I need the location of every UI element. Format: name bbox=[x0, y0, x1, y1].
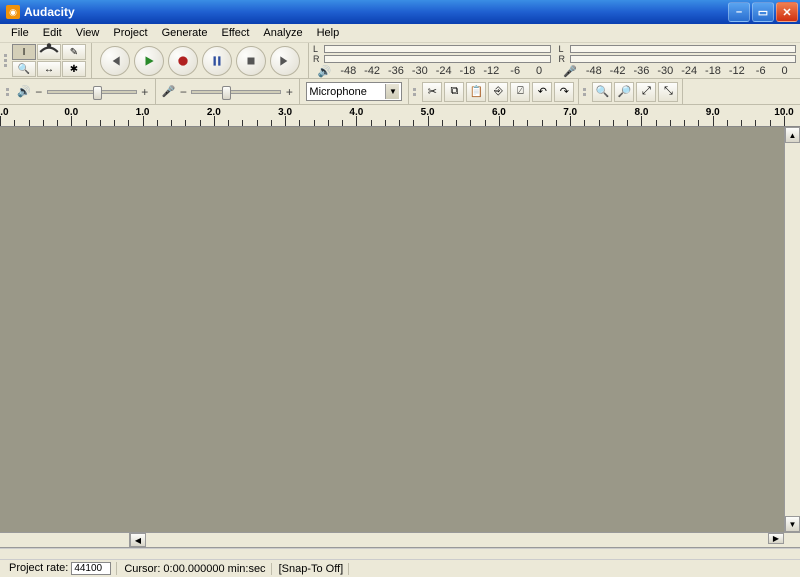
silence-button[interactable]: ⍁ bbox=[510, 82, 530, 102]
trim-button[interactable]: ⎆ bbox=[488, 82, 508, 102]
menu-effect[interactable]: Effect bbox=[214, 25, 256, 41]
input-meter-l[interactable] bbox=[570, 45, 797, 53]
menu-edit[interactable]: Edit bbox=[36, 25, 69, 41]
zoom-group: 🔍 🔎 ⤢ ⤡ bbox=[579, 79, 683, 104]
scroll-up-button[interactable]: ▲ bbox=[785, 127, 800, 143]
output-meter: L R 🔊 -48-42-36-30-24-18-12-60 bbox=[309, 43, 555, 78]
track-area: ▲ ▼ bbox=[0, 127, 800, 532]
speaker-icon: 🔊 bbox=[313, 64, 336, 78]
menu-help[interactable]: Help bbox=[310, 25, 347, 41]
timeshift-tool[interactable]: ↔ bbox=[37, 61, 61, 77]
menu-generate[interactable]: Generate bbox=[155, 25, 215, 41]
meter-r-label: R bbox=[313, 54, 321, 64]
input-meter: L R 🎤 -48-42-36-30-24-18-12-60 bbox=[555, 43, 800, 78]
paste-button[interactable]: 📋 bbox=[466, 82, 486, 102]
input-meter-scale: 🎤 -48-42-36-30-24-18-12-60 bbox=[559, 64, 797, 78]
grip[interactable] bbox=[4, 54, 8, 67]
horizontal-scrollbar[interactable]: ◀ ▶ bbox=[130, 533, 784, 547]
secondary-toolbar: 🔊 − + 🎤 − + Microphone ▼ ✂ ⧉ 📋 ⎆ ⍁ ↶ ↷ 🔍… bbox=[0, 79, 800, 105]
window-title: Audacity bbox=[24, 5, 728, 19]
window-controls: – ▭ ✕ bbox=[728, 2, 798, 22]
menu-file[interactable]: File bbox=[4, 25, 36, 41]
output-volume-slider[interactable] bbox=[47, 90, 137, 94]
redo-button[interactable]: ↷ bbox=[554, 82, 574, 102]
meter-l-label: L bbox=[313, 44, 321, 54]
statusbar: Project rate: Cursor: 0:00.000000 min:se… bbox=[0, 560, 800, 577]
selection-bar[interactable] bbox=[0, 548, 800, 560]
skip-start-button[interactable] bbox=[100, 46, 130, 76]
project-rate-input[interactable] bbox=[71, 562, 111, 575]
timeline-ruler[interactable]: -1.00.01.02.03.04.05.06.07.08.09.010.0 bbox=[0, 105, 800, 127]
scroll-down-button[interactable]: ▼ bbox=[785, 516, 800, 532]
track-canvas[interactable] bbox=[0, 127, 784, 532]
maximize-button[interactable]: ▭ bbox=[752, 2, 774, 22]
pause-button[interactable] bbox=[202, 46, 232, 76]
multi-tool[interactable]: ✱ bbox=[62, 61, 86, 77]
play-button[interactable] bbox=[134, 46, 164, 76]
transport-group bbox=[92, 43, 309, 78]
mic-icon: 🎤 bbox=[559, 64, 582, 78]
main-toolbar: I ✎ 🔍 ↔ ✱ L R 🔊 -48-42-36-30-24-18-12-60… bbox=[0, 43, 800, 79]
output-meter-r[interactable] bbox=[324, 55, 551, 63]
input-volume-slider[interactable] bbox=[191, 90, 281, 94]
undo-button[interactable]: ↶ bbox=[532, 82, 552, 102]
scroll-left-button[interactable]: ◀ bbox=[130, 533, 146, 547]
zoom-in-button[interactable]: 🔍 bbox=[592, 82, 612, 102]
input-volume-group: 🎤 − + bbox=[156, 79, 301, 104]
app-icon: ◉ bbox=[6, 5, 20, 19]
zoom-out-button[interactable]: 🔎 bbox=[614, 82, 634, 102]
record-button[interactable] bbox=[168, 46, 198, 76]
stop-button[interactable] bbox=[236, 46, 266, 76]
menu-project[interactable]: Project bbox=[106, 25, 154, 41]
speaker-icon: 🔊 bbox=[17, 85, 31, 98]
horizontal-scroll-row: ◀ ▶ bbox=[0, 532, 800, 548]
mic-icon: 🎤 bbox=[162, 85, 176, 98]
cursor-position: Cursor: 0:00.000000 min:sec bbox=[119, 563, 271, 575]
fit-project-button[interactable]: ⤡ bbox=[658, 82, 678, 102]
menubar: File Edit View Project Generate Effect A… bbox=[0, 24, 800, 43]
copy-button[interactable]: ⧉ bbox=[444, 82, 464, 102]
edit-group: ✂ ⧉ 📋 ⎆ ⍁ ↶ ↷ bbox=[409, 79, 579, 104]
input-source-group: Microphone ▼ bbox=[300, 79, 409, 104]
output-volume-group: 🔊 − + bbox=[0, 79, 156, 104]
close-button[interactable]: ✕ bbox=[776, 2, 798, 22]
project-rate-cell: Project rate: bbox=[4, 562, 117, 575]
draw-tool[interactable]: ✎ bbox=[62, 44, 86, 60]
selection-tool[interactable]: I bbox=[12, 44, 36, 60]
cut-button[interactable]: ✂ bbox=[422, 82, 442, 102]
titlebar: ◉ Audacity – ▭ ✕ bbox=[0, 0, 800, 24]
skip-end-button[interactable] bbox=[270, 46, 300, 76]
menu-analyze[interactable]: Analyze bbox=[256, 25, 309, 41]
envelope-tool[interactable] bbox=[37, 44, 61, 60]
minimize-button[interactable]: – bbox=[728, 2, 750, 22]
output-meter-l[interactable] bbox=[324, 45, 551, 53]
grip[interactable] bbox=[583, 88, 587, 96]
tools-group: I ✎ 🔍 ↔ ✱ bbox=[0, 43, 92, 78]
snap-mode[interactable]: [Snap-To Off] bbox=[274, 563, 350, 575]
fit-selection-button[interactable]: ⤢ bbox=[636, 82, 656, 102]
output-meter-scale: 🔊 -48-42-36-30-24-18-12-60 bbox=[313, 64, 551, 78]
menu-view[interactable]: View bbox=[69, 25, 107, 41]
scroll-right-button[interactable]: ▶ bbox=[768, 533, 784, 544]
input-meter-r[interactable] bbox=[570, 55, 797, 63]
chevron-down-icon: ▼ bbox=[385, 84, 399, 99]
grip[interactable] bbox=[6, 88, 10, 96]
zoom-tool[interactable]: 🔍 bbox=[12, 61, 36, 77]
grip[interactable] bbox=[413, 88, 417, 96]
input-source-select[interactable]: Microphone ▼ bbox=[306, 82, 402, 101]
vertical-scrollbar[interactable]: ▲ ▼ bbox=[784, 127, 800, 532]
